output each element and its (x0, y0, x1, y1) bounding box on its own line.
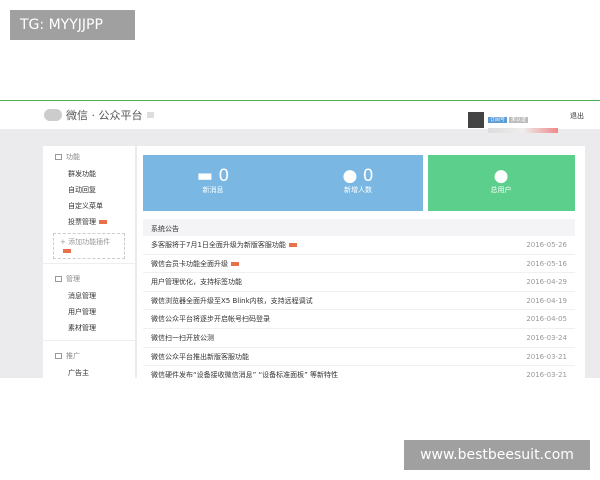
announcement-date: 2016-04-05 (526, 315, 567, 324)
section-label: 管理 (66, 275, 80, 283)
new-badge (288, 243, 297, 247)
inbox-icon (55, 276, 62, 282)
announcement-row[interactable]: 微信扫一扫开放公测 2016-03-24 (143, 329, 575, 348)
user-icon: ● (342, 166, 363, 186)
announcement-date: 2016-03-21 (526, 371, 567, 378)
header: 微信 · 公众平台 订阅号 未认证 退出 (0, 101, 600, 133)
stats-card-green[interactable]: ● 总用户 (428, 155, 575, 211)
overlay-tag: TG: MYYJJPP (10, 10, 135, 40)
grid-icon (55, 154, 62, 160)
add-plugin-label: + 添加功能插件 (60, 238, 111, 246)
new-badge (231, 261, 239, 266)
announcement-title[interactable]: 用户管理优化，支持标签功能 (151, 278, 242, 286)
announcements-title: 系统公告 (143, 219, 575, 236)
stat-label: 总用户 (490, 186, 512, 194)
wechat-logo-icon (44, 109, 62, 121)
stat-new-followers[interactable]: ● 0 新增人数 (313, 167, 403, 195)
new-badge (99, 220, 107, 224)
sidebar-item[interactable]: 群发功能 (43, 166, 135, 182)
beta-badge (146, 112, 154, 118)
app-screenshot: 微信 · 公众平台 订阅号 未认证 退出 功能群发功能自动回复自定义菜单投票管理 +… (0, 100, 600, 378)
announcement-row[interactable]: 微信硬件发布“设备接收微信消息” “设备标准面板” 等新特性 2016-03-21 (143, 366, 575, 378)
announcement-date: 2016-04-29 (526, 278, 567, 287)
sidebar-item-label: 自动回复 (68, 186, 96, 194)
sidebar-section: 推广 (43, 345, 135, 365)
sidebar-item-label: 广告主 (68, 369, 89, 377)
verify-badge: 未认证 (509, 117, 529, 123)
sidebar-item-label: 群发功能 (68, 170, 96, 178)
stat-value: 0 (362, 166, 374, 186)
announcement-title[interactable]: 微信公众平台将逐步开启帐号扫码登录 (151, 315, 270, 323)
divider (43, 263, 135, 264)
announcement-title[interactable]: 微信公众平台推出新版客服功能 (151, 353, 249, 361)
app-title: 微信 · 公众平台 (66, 109, 143, 122)
sidebar-section: 功能 (43, 146, 135, 166)
stat-total-users[interactable]: ● 总用户 (456, 167, 546, 195)
logo[interactable]: 微信 · 公众平台 (44, 107, 154, 123)
sidebar-item[interactable]: 用户管理 (43, 304, 135, 320)
sidebar-item[interactable]: 投票管理 (43, 214, 135, 230)
sidebar-item-label: 素材管理 (68, 324, 96, 332)
sidebar-item-label: 投票管理 (68, 218, 96, 226)
sidebar-item[interactable]: 素材管理 (43, 320, 135, 336)
divider (43, 340, 135, 341)
sidebar-item[interactable]: 自动回复 (43, 182, 135, 198)
logout-link[interactable]: 退出 (570, 111, 584, 121)
announcement-row[interactable]: 用户管理优化，支持标签功能 2016-04-29 (143, 273, 575, 292)
announcement-row[interactable]: 微信浏览器全面升级至X5 Blink内核，支持远程调试 2016-04-19 (143, 292, 575, 311)
sidebar-item-label: 消息管理 (68, 292, 96, 300)
new-badge (63, 249, 71, 253)
announcement-date: 2016-03-21 (526, 352, 567, 361)
sidebar-item[interactable]: 自定义菜单 (43, 198, 135, 214)
stat-value: 0 (218, 166, 230, 186)
user-icon: ● (493, 166, 509, 186)
announcement-row[interactable]: 微信公众平台将逐步开启帐号扫码登录 2016-04-05 (143, 310, 575, 329)
sidebar-item[interactable]: 广告主 (43, 365, 135, 378)
stat-label: 新消息 (202, 186, 224, 194)
megaphone-icon (55, 353, 62, 359)
watermark: www.bestbeesuit.com (404, 440, 590, 470)
announcement-date: 2016-03-24 (526, 333, 567, 342)
message-icon: ▬ (196, 166, 219, 186)
account-type-badge: 订阅号 (488, 117, 508, 123)
announcement-row[interactable]: 微信会员卡功能全面升级 2016-05-16 (143, 255, 575, 274)
sidebar: 功能群发功能自动回复自定义菜单投票管理 + 添加功能插件管理消息管理用户管理素材管… (43, 146, 135, 378)
announcement-row[interactable]: 多客服将于7月1日全面升级为新版客服功能 2016-05-26 (143, 236, 575, 255)
account-info[interactable]: 订阅号 未认证 (468, 106, 558, 133)
sidebar-item-label: 自定义菜单 (68, 202, 103, 210)
add-plugin-button[interactable]: + 添加功能插件 (53, 233, 125, 259)
announcements: 系统公告 多客服将于7月1日全面升级为新版客服功能 2016-05-26 微信会员卡… (143, 219, 575, 378)
sidebar-item-label: 用户管理 (68, 308, 96, 316)
announcement-date: 2016-04-19 (526, 296, 567, 305)
announcement-row[interactable]: 微信公众平台推出新版客服功能 2016-03-21 (143, 348, 575, 367)
stats-card-blue[interactable]: ▬ 0 新消息 ● 0 新增人数 (143, 155, 423, 211)
avatar[interactable] (468, 111, 484, 128)
account-name-redacted (488, 128, 558, 133)
main-panel: ▬ 0 新消息 ● 0 新增人数 ● 总用户 系统公告 多客服将于7月1日全面升级为新… (137, 146, 585, 378)
announcement-date: 2016-05-16 (526, 259, 567, 268)
announcement-date: 2016-05-26 (526, 241, 567, 249)
stat-label: 新增人数 (344, 186, 372, 194)
section-label: 推广 (66, 352, 80, 360)
sidebar-item[interactable]: 消息管理 (43, 288, 135, 304)
stat-new-messages[interactable]: ▬ 0 新消息 (168, 167, 258, 195)
announcement-title[interactable]: 微信浏览器全面升级至X5 Blink内核，支持远程调试 (151, 297, 313, 305)
announcement-title[interactable]: 多客服将于7月1日全面升级为新版客服功能 (151, 241, 286, 249)
announcement-title[interactable]: 微信会员卡功能全面升级 (151, 260, 228, 268)
sidebar-section: 管理 (43, 268, 135, 288)
announcement-title[interactable]: 微信扫一扫开放公测 (151, 334, 214, 342)
announcement-title[interactable]: 微信硬件发布“设备接收微信消息” “设备标准面板” 等新特性 (151, 371, 338, 378)
section-label: 功能 (66, 153, 80, 161)
